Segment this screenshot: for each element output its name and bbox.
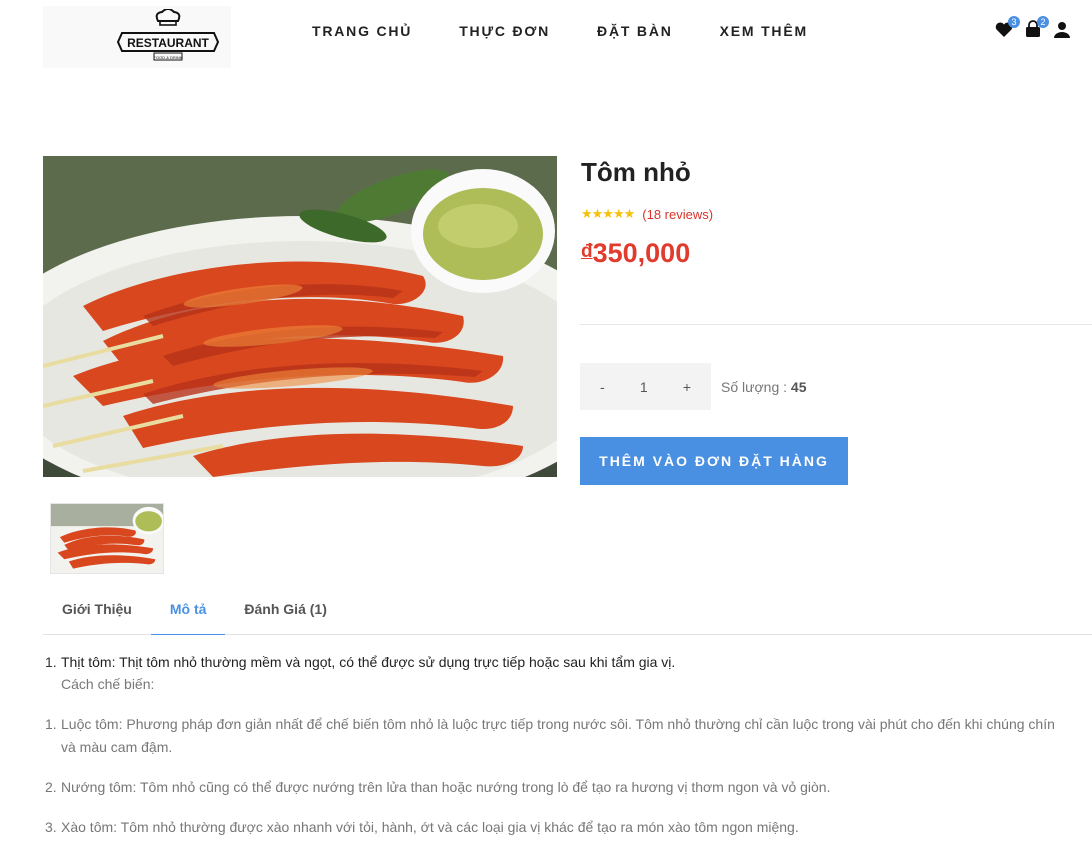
svg-text:RESTAURANT: RESTAURANT — [127, 36, 209, 50]
list-item: 2. Nướng tôm: Tôm nhỏ cũng có thể được nư… — [45, 779, 831, 795]
stock-value: 45 — [790, 379, 807, 395]
tab-intro[interactable]: Giới Thiệu — [43, 593, 151, 635]
product-tabs: Giới Thiệu Mô tả Đánh Giá (1) — [43, 593, 1092, 635]
product-rating: ★★★★★ (18 reviews) — [581, 206, 713, 222]
qty-decrease-button[interactable]: - — [600, 379, 605, 395]
product-price: đ350,000 — [581, 238, 690, 269]
wishlist-button[interactable]: 3 — [994, 16, 1020, 40]
restaurant-logo[interactable]: RESTAURANT FOOD & DRINK — [43, 6, 231, 68]
tab-description[interactable]: Mô tả — [150, 593, 226, 635]
nav-item-menu[interactable]: THỰC ĐƠN — [459, 23, 550, 39]
currency-symbol: đ — [581, 241, 593, 262]
nav-item-more[interactable]: XEM THÊM — [720, 23, 808, 39]
stock-label: Số lượng : — [721, 379, 791, 395]
add-to-order-button[interactable]: THÊM VÀO ĐƠN ĐẶT HÀNG — [580, 437, 848, 485]
product-thumbnail[interactable] — [50, 503, 164, 574]
site-header: RESTAURANT FOOD & DRINK TRANG CHỦ THỰC Đ… — [0, 0, 1092, 70]
stock-info: Số lượng : 45 — [721, 379, 807, 395]
rating-stars-icon: ★★★★★ — [581, 206, 635, 221]
qty-increase-button[interactable]: + — [683, 379, 691, 395]
header-icons: 3 2 — [994, 16, 1072, 40]
chef-hat-logo-icon: RESTAURANT FOOD & DRINK — [116, 9, 220, 61]
price-value: 350,000 — [592, 238, 691, 268]
wishlist-count-badge: 3 — [1008, 16, 1020, 28]
qty-value[interactable]: 1 — [640, 379, 648, 395]
list-item: 3. Xào tôm: Tôm nhỏ thường được xào nhanh… — [45, 819, 799, 835]
list-item: 1. Thịt tôm: Thịt tôm nhỏ thường mềm và … — [45, 654, 676, 692]
svg-text:FOOD & DRINK: FOOD & DRINK — [154, 55, 183, 60]
product-title: Tôm nhỏ — [581, 157, 691, 187]
product-main-image — [43, 156, 557, 477]
divider — [580, 324, 1092, 325]
user-icon — [1054, 22, 1070, 38]
nav-item-home[interactable]: TRANG CHỦ — [312, 23, 412, 39]
account-button[interactable] — [1052, 20, 1072, 40]
main-nav: TRANG CHỦ THỰC ĐƠN ĐẶT BÀN XEM THÊM — [312, 23, 808, 39]
nav-item-booking[interactable]: ĐẶT BÀN — [597, 23, 673, 39]
description-content: 1. Thịt tôm: Thịt tôm nhỏ thường mềm và … — [45, 651, 1061, 843]
list-item: 1. Luộc tôm: Phương pháp đơn giản nhất để… — [45, 716, 1055, 755]
cart-button[interactable]: 2 — [1023, 16, 1049, 40]
cart-count-badge: 2 — [1037, 16, 1049, 28]
quantity-stepper: - 1 + — [580, 363, 711, 410]
reviews-link[interactable]: (18 reviews) — [642, 207, 713, 222]
tab-reviews[interactable]: Đánh Giá (1) — [225, 593, 345, 635]
